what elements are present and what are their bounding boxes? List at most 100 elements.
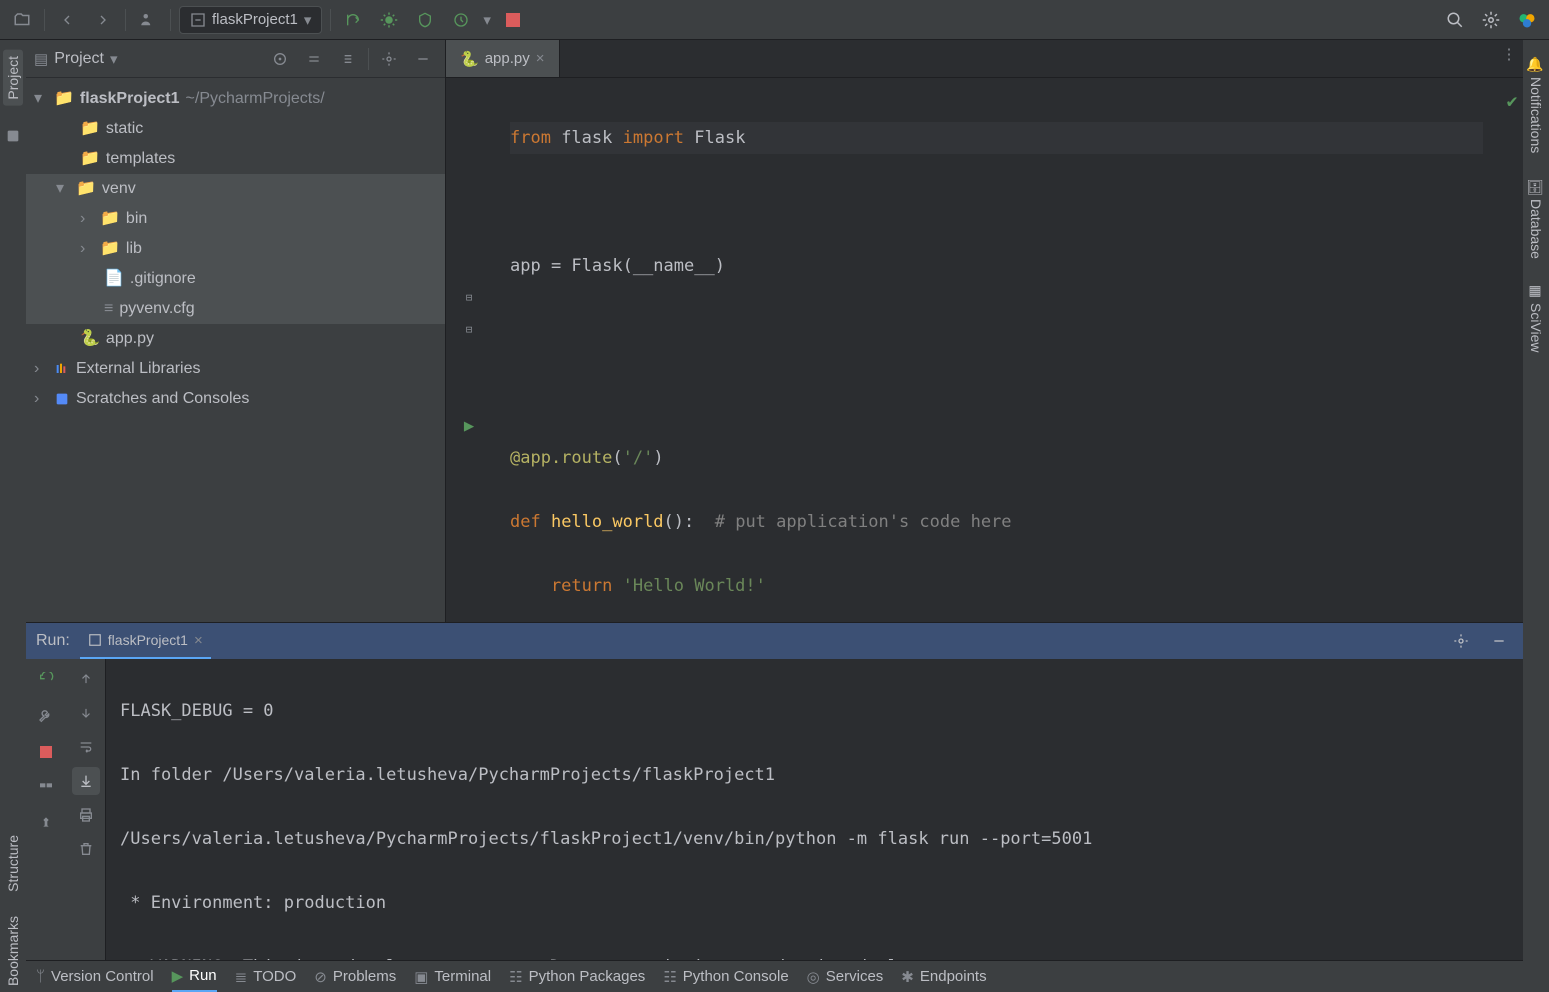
soft-wrap-icon[interactable] [72,733,100,761]
package-icon: ☷ [509,968,522,986]
profile-icon[interactable] [447,6,475,34]
stop-icon[interactable] [499,6,527,34]
editor-tabs: 🐍 app.py × ⋮ [446,40,1523,78]
expand-all-icon[interactable] [300,45,328,73]
bottom-problems[interactable]: ⊘Problems [314,968,396,986]
tree-item-gitignore[interactable]: 📄.gitignore [26,264,445,294]
run-icon[interactable] [339,6,367,34]
run-tab-label: flaskProject1 [108,632,188,648]
pin-icon[interactable] [31,809,61,839]
editor-body[interactable]: ⊟ ⊟ ▶ from flask import Flask app = Flas… [446,78,1523,622]
tree-item-templates[interactable]: 📁templates [26,144,445,174]
left-tool-gutter: Project Structure Bookmarks [0,40,26,992]
console-output[interactable]: FLASK_DEBUG = 0 In folder /Users/valeria… [106,659,1523,960]
python-icon: 🐍 [460,50,479,68]
divider [330,9,331,31]
tree-item-venv[interactable]: ▾📁venv [26,174,445,204]
collapse-all-icon[interactable] [334,45,362,73]
product-logo-icon[interactable] [1513,6,1541,34]
wrench-icon[interactable] [31,701,61,731]
terminal-icon: ▣ [414,968,428,986]
editor-tab-label: app.py [485,50,530,67]
bottom-run[interactable]: ▶Run [172,961,217,992]
center-column: ▤ Project ▾ ▾ 📁 flaskProject1 [26,40,1523,992]
run-label: Run: [36,632,70,650]
trash-icon[interactable] [72,835,100,863]
services-icon: ◎ [807,968,820,986]
panel-gear-icon[interactable] [375,45,403,73]
hide-panel-icon[interactable] [409,45,437,73]
tree-item-scratches[interactable]: › Scratches and Consoles [26,384,445,414]
project-panel-header: ▤ Project ▾ [26,40,445,78]
tree-root-name: flaskProject1 [80,84,180,114]
run-tools-secondary [66,659,106,960]
coverage-icon[interactable] [411,6,439,34]
commit-tool-icon[interactable] [0,122,27,150]
chevron-down-icon: ▾ [304,11,312,29]
project-tree: ▾ 📁 flaskProject1 ~/PycharmProjects/ 📁st… [26,78,445,420]
database-tool-tab[interactable]: 🗄 Database [1526,171,1546,265]
run-gutter-icon[interactable]: ▶ [464,410,474,442]
search-icon[interactable] [1441,6,1469,34]
right-tool-gutter: 🔔 Notifications 🗄 Database ▦ SciView [1523,40,1549,992]
sciview-tool-tab[interactable]: ▦ SciView [1526,277,1546,359]
settings-gear-icon[interactable] [1477,6,1505,34]
warning-icon: ⊘ [314,968,327,986]
tree-item-ext-libs[interactable]: › External Libraries [26,354,445,384]
project-view-icon: ▤ [34,50,48,68]
fold-end-icon[interactable]: ⊟ [466,314,473,346]
run-settings-icon[interactable] [1447,627,1475,655]
run-config-selector[interactable]: flaskProject1 ▾ [179,6,322,34]
forward-arrow-icon[interactable] [89,6,117,34]
tree-item-static[interactable]: 📁static [26,114,445,144]
close-tab-icon[interactable]: × [536,50,545,67]
bottom-version-control[interactable]: ᛘVersion Control [36,968,154,985]
hide-run-icon[interactable] [1485,627,1513,655]
debug-icon[interactable] [375,6,403,34]
tree-item-app-py[interactable]: 🐍app.py [26,324,445,354]
close-run-tab-icon[interactable]: × [194,632,203,649]
run-config-label: flaskProject1 [212,11,298,28]
more-run-options-icon[interactable]: ▾ [483,11,491,29]
notifications-tool-tab[interactable]: 🔔 Notifications [1526,50,1546,159]
scroll-to-end-icon[interactable] [72,767,100,795]
tree-item-pyvenv[interactable]: ≡pyvenv.cfg [26,294,445,324]
vcs-user-icon[interactable] [134,6,162,34]
back-arrow-icon[interactable] [53,6,81,34]
bottom-python-console[interactable]: ☷Python Console [663,968,788,986]
tree-item-bin[interactable]: ›📁bin [26,204,445,234]
console-icon: ☷ [663,968,676,986]
project-panel-title: Project [54,50,104,68]
fold-icon[interactable]: ⊟ [466,282,473,314]
editor-tab-app[interactable]: 🐍 app.py × [446,40,560,77]
rerun-icon[interactable] [31,665,61,695]
bottom-tool-bar: ᛘVersion Control ▶Run ≣TODO ⊘Problems ▣T… [26,960,1523,992]
bottom-endpoints[interactable]: ✱Endpoints [901,968,986,986]
inspection-ok-icon[interactable]: ✔ [1501,86,1523,118]
tree-root[interactable]: ▾ 📁 flaskProject1 ~/PycharmProjects/ [26,84,445,114]
bottom-services[interactable]: ◎Services [807,968,884,986]
structure-tool-tab[interactable]: Structure [3,829,23,898]
open-folder-icon[interactable] [8,6,36,34]
divider [125,9,126,31]
bottom-terminal[interactable]: ▣Terminal [414,968,491,986]
down-arrow-icon[interactable] [72,699,100,727]
chevron-down-icon[interactable]: ▾ [110,50,118,68]
layout-icon[interactable] [31,773,61,803]
stop-run-icon[interactable] [31,737,61,767]
editor-more-icon[interactable]: ⋮ [1495,40,1523,68]
editor-code[interactable]: from flask import Flask app = Flask(__na… [492,78,1501,622]
locate-icon[interactable] [266,45,294,73]
print-icon[interactable] [72,801,100,829]
tree-item-lib[interactable]: ›📁lib [26,234,445,264]
project-tool-tab[interactable]: Project [3,50,23,106]
bottom-todo[interactable]: ≣TODO [235,968,297,986]
run-tools-primary [26,659,66,960]
run-tab[interactable]: flaskProject1 × [80,623,211,659]
bell-icon: 🔔 [1528,56,1544,73]
bottom-python-packages[interactable]: ☷Python Packages [509,968,645,986]
divider [44,9,45,31]
database-icon: 🗄 [1528,177,1544,195]
bookmarks-tool-tab[interactable]: Bookmarks [3,910,23,992]
up-arrow-icon[interactable] [72,665,100,693]
